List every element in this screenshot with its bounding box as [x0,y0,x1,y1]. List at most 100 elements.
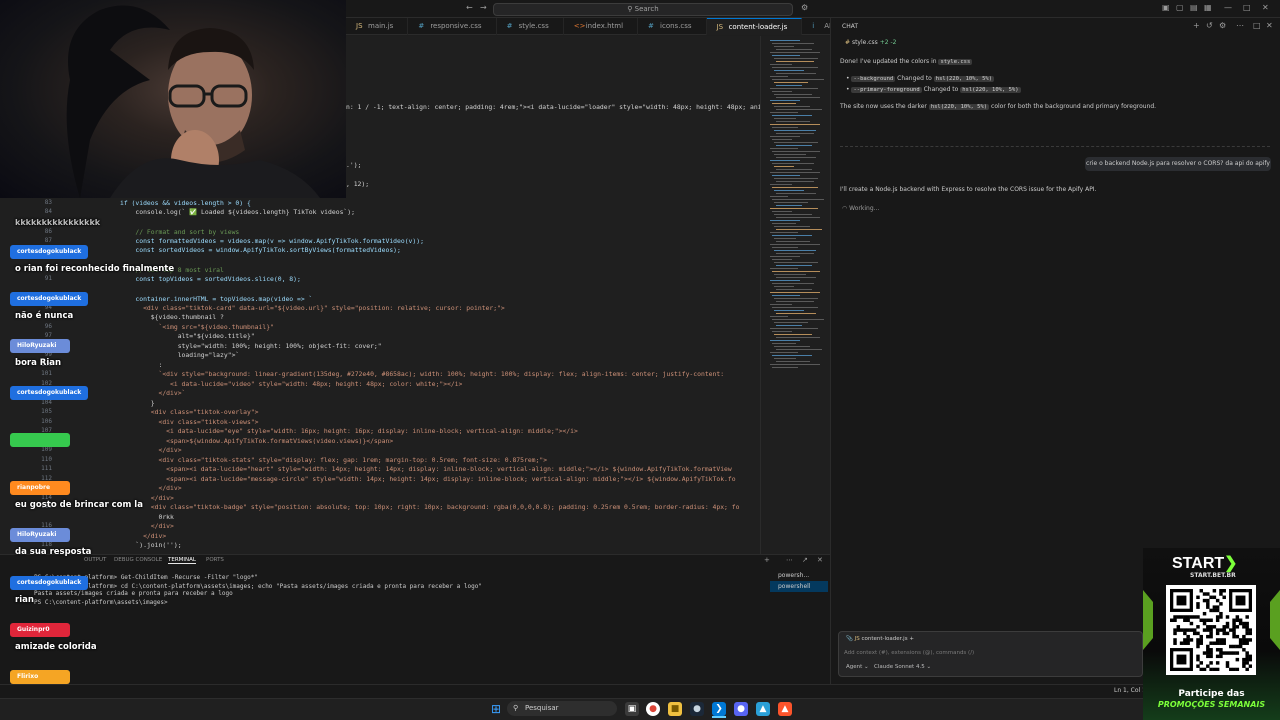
maximize-icon[interactable]: □ [1243,3,1251,12]
sidebar-toggle-icon[interactable]: ▢ [1176,3,1184,12]
code-line[interactable]: alt="${video.title}" [120,332,255,342]
close-panel-icon[interactable]: ✕ [817,556,823,564]
chat-input-field[interactable]: Add context (#), extensions (@), command… [844,650,974,656]
tab-output[interactable]: OUTPUT [84,557,106,563]
panel-toggle-icon[interactable]: ▤ [1190,3,1198,12]
code-line[interactable]: <div class="tiktok-badge" style="positio… [120,503,740,513]
tab-debug-console[interactable]: DEBUG CONSOLE [114,557,162,563]
minimap-line [774,322,808,323]
taskbar-search[interactable]: ⚲ Pesquisar [507,701,617,716]
code-line[interactable]: const topVideos = sortedVideos.slice(0, … [120,275,300,285]
code-line[interactable]: n: 1 / -1; text-align: center; padding: … [346,103,760,113]
code-line[interactable]: `).join(''); [120,541,181,551]
code-line[interactable]: const sortedVideos = window.ApifyTikTok.… [120,246,401,256]
minimap-line [770,64,792,65]
file-explorer-icon[interactable]: ■ [668,702,682,716]
minimap-line [776,85,802,86]
more-icon[interactable]: ⋯ [786,556,793,564]
file-type-icon: # [648,22,654,30]
code-line[interactable]: <i data-lucide="eye" style="width: 16px;… [120,427,578,437]
new-terminal-icon[interactable]: + [764,556,770,564]
minimap-line [774,178,818,179]
editor-tab[interactable]: # icons.css [638,18,707,35]
vscode-icon[interactable]: ❯ [712,702,726,716]
close-window-icon[interactable]: ✕ [1262,3,1269,12]
tab-ports[interactable]: PORTS [206,557,224,563]
chat-close-icon[interactable]: ✕ [1266,21,1273,30]
code-line[interactable]: </div> [120,522,174,532]
minimize-icon[interactable]: — [1224,3,1232,12]
minimap-line [770,148,798,149]
minimap-line [772,223,796,224]
copilot-icon[interactable]: ⚙ [801,3,808,12]
secondary-sidebar-icon[interactable]: ▦ [1204,3,1212,12]
back-arrow-icon[interactable]: ← [466,3,473,12]
file-change-ref[interactable]: # style.css +2 -2 [845,39,896,46]
minimap-line [772,199,824,200]
editor-tab[interactable]: <> index.html [564,18,639,35]
minimap-line [774,358,796,359]
minimap[interactable] [766,40,826,370]
layout-icon[interactable]: ▣ [1162,3,1170,12]
code-line[interactable]: </div> [120,446,181,456]
summary-text: color for both the background and primar… [991,103,1157,110]
windows-start-icon[interactable]: ⊞ [489,702,503,716]
agent-mode-picker[interactable]: Agent ⌄ [846,664,869,670]
steam-icon[interactable]: ● [690,702,704,716]
streamer-figure [66,5,320,198]
terminal-item[interactable]: powersh... [770,570,828,581]
code-line[interactable]: <span><i data-lucide="message-circle" st… [120,475,735,485]
code-line[interactable]: </div>` [120,389,185,399]
attach-icon[interactable]: 📎 [846,636,853,642]
minimap-line [776,349,822,350]
new-chat-icon[interactable]: + [1193,21,1200,30]
code-line[interactable]: `<div style="background: linear-gradient… [120,370,724,380]
discord-icon[interactable]: ● [734,702,748,716]
minimap-line [776,289,812,290]
working-indicator: ◠ Working... [842,205,879,212]
code-line[interactable]: console.log(` ✅ Loaded ${videos.length} … [120,208,355,218]
code-line[interactable]: <div class="tiktok-overlay"> [120,408,259,418]
history-icon[interactable]: ↺ [1206,21,1213,30]
minimap-line [772,259,792,260]
editor-tab[interactable]: # responsive.css [408,18,497,35]
chat-maximize-icon[interactable]: □ [1253,21,1261,30]
status-bar [0,684,1280,698]
code-line[interactable]: ${video.thumbnail ? [120,313,224,323]
maximize-panel-icon[interactable]: ↗ [802,556,808,564]
code-line[interactable]: loading="lazy">` [120,351,240,361]
task-view-icon[interactable]: ▣ [625,702,639,716]
settings-gear-icon[interactable]: ⚙ [1219,21,1226,30]
code-line[interactable]: .'); [346,161,361,171]
minimap-line [770,184,792,185]
search-placeholder: Search [634,5,659,13]
minimap-line [776,361,810,362]
chat-message: não é nunca [15,311,74,321]
forward-arrow-icon[interactable]: → [480,3,487,12]
minimap-line [770,292,820,293]
brave-icon[interactable]: ▲ [778,702,792,716]
terminal-item[interactable]: powershell [770,581,828,592]
tab-terminal[interactable]: TERMINAL [168,557,196,564]
editor-tab[interactable]: # style.css [497,18,564,35]
line-number: 97 [44,332,52,339]
chat-username-badge: cortesdogokublack [10,245,89,259]
command-search-box[interactable]: ⚲ Search [493,3,793,16]
code-line[interactable]: , 12); [346,180,369,190]
agent-label: Agent [846,664,863,670]
cursor-position[interactable]: Ln 1, Col 1 [1114,687,1146,694]
chrome-icon[interactable]: ● [646,702,660,716]
app-icon[interactable]: ▲ [756,702,770,716]
code-line[interactable]: </div> [120,484,181,494]
chat-more-icon[interactable]: ⋯ [1236,21,1244,30]
minimap-line [774,202,808,203]
editor-tab[interactable]: JS main.js [346,18,409,35]
minimap-line [774,190,804,191]
model-picker[interactable]: Claude Sonnet 4.5 ⌄ [874,664,931,670]
editor-tab[interactable]: JS content-loader.js [706,18,803,35]
code-line[interactable]: <span><i data-lucide="heart" style="widt… [120,465,732,475]
minimap-line [776,277,816,278]
minimap-line [776,73,816,74]
minimap-line [770,280,800,281]
input-context-chip[interactable]: 📎 JS content-loader.js + [846,636,914,642]
